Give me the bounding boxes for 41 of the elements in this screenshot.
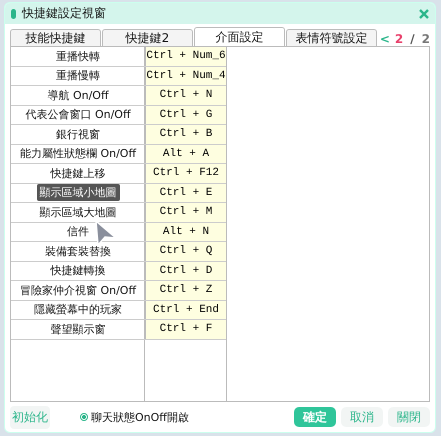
window-icon [11,8,16,18]
page-separator: / [410,32,415,46]
action-label[interactable]: 導航 On/Off [44,86,112,104]
window-title: 快捷鍵設定視窗 [22,5,107,22]
tab[interactable]: 快捷鍵2 [102,29,193,46]
current-page: 2 [394,32,404,46]
tab[interactable]: 表情符號設定 [286,29,377,46]
key-cell[interactable]: Ctrl + E [146,184,226,202]
key-cell[interactable]: Ctrl + M [146,203,226,222]
key-cell[interactable]: Ctrl + Z [146,281,226,300]
action-label[interactable]: 重播快轉 [53,48,103,65]
action-label[interactable]: 代表公會窗口 On/Off [22,106,134,124]
action-label[interactable]: 快捷鍵轉換 [48,262,108,280]
key-cell[interactable]: Ctrl + Num_6 [146,47,226,66]
close-icon[interactable] [419,8,429,18]
key-cell[interactable]: Alt + N [146,222,226,241]
action-label[interactable]: 快捷鍵上移 [48,164,108,182]
key-cell[interactable]: Ctrl + F [146,320,226,338]
action-label[interactable]: 顯示區域小地圖 [36,184,120,202]
action-label[interactable]: 冒險家仲介視窗 On/Off [16,282,140,299]
action-label[interactable]: 隱藏螢幕中的玩家 [31,301,125,318]
key-cell[interactable]: Ctrl + End [146,300,226,319]
key-cell[interactable]: Ctrl + Q [146,242,226,260]
action-label[interactable]: 聲望顯示窗 [48,320,108,338]
key-cell[interactable]: Alt + A [146,144,226,163]
tab[interactable]: 介面設定 [194,27,285,46]
action-label[interactable]: 裝備套裝替換 [42,242,114,260]
key-cell[interactable]: Ctrl + D [146,262,226,280]
action-label[interactable]: 能力屬性狀態欄 On/Off [16,145,140,162]
action-label[interactable]: 顯示區域大地圖 [36,204,120,221]
key-cell[interactable]: Ctrl + F12 [146,164,226,182]
key-cell[interactable]: Ctrl + Num_4 [146,66,226,85]
radio-icon[interactable] [80,413,88,421]
tab[interactable]: 技能快捷鍵 [10,29,101,46]
key-cell[interactable]: Ctrl + B [146,125,226,144]
action-label[interactable]: 銀行視窗 [53,126,103,143]
action-label[interactable]: 重播慢轉 [53,67,103,84]
key-cell[interactable]: Ctrl + G [146,106,226,124]
total-pages: 2 [422,32,430,46]
key-cell[interactable]: Ctrl + N [146,86,226,104]
action-label[interactable]: 信件 [64,223,92,240]
